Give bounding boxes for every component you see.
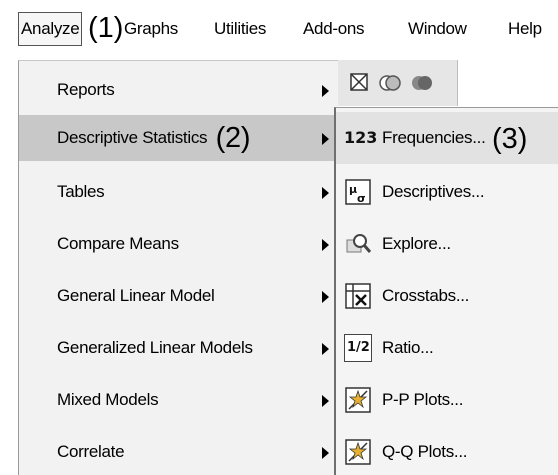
callout-2: (2) — [215, 122, 251, 155]
menu-item-label: Compare Means — [57, 234, 179, 253]
submenu-arrow-icon — [322, 239, 329, 251]
descriptive-statistics-submenu: 123 Frequencies... (3) μ σ Descriptives.… — [334, 107, 558, 475]
menu-item-label: Tables — [57, 182, 105, 201]
submenu-item-label: Frequencies... — [382, 128, 486, 147]
submenu-item-label: Descriptives... — [382, 182, 485, 201]
submenu-item-label: Crosstabs... — [382, 286, 470, 305]
menu-add-ons[interactable]: Add-ons — [303, 14, 365, 44]
submenu-arrow-icon — [322, 133, 329, 145]
menu-window-label: Window — [408, 19, 467, 38]
menu-item-tables[interactable]: Tables — [19, 169, 339, 215]
callout-3: (3) — [491, 122, 528, 155]
menu-utilities[interactable]: Utilities — [214, 14, 266, 44]
menu-item-label: Correlate — [57, 442, 125, 461]
menu-item-label: Descriptive Statistics — [57, 128, 208, 147]
submenu-item-label: Ratio... — [382, 338, 434, 357]
submenu-arrow-icon — [322, 187, 329, 199]
menu-analyze-label: Analyze — [21, 19, 80, 38]
descriptives-icon: μ σ — [345, 179, 371, 205]
menu-bar: Analyze (1) Graphs Utilities Add-ons Win… — [0, 0, 558, 60]
ratio-icon: 1/2 — [344, 334, 372, 362]
select-cases-icon[interactable] — [348, 71, 372, 95]
submenu-item-descriptives[interactable]: μ σ Descriptives... — [336, 166, 558, 218]
menu-item-descriptive-statistics[interactable]: Descriptive Statistics (2) — [19, 115, 339, 161]
submenu-item-qq-plots[interactable]: Q-Q Plots... — [336, 426, 558, 475]
menu-help[interactable]: Help — [508, 14, 542, 44]
menu-item-compare-means[interactable]: Compare Means — [19, 221, 339, 267]
submenu-item-frequencies[interactable]: 123 Frequencies... (3) — [336, 112, 558, 164]
explore-icon — [346, 234, 372, 253]
menu-add-ons-label: Add-ons — [303, 19, 365, 38]
qq-plot-icon — [345, 439, 371, 465]
value-labels-icon[interactable] — [378, 71, 402, 95]
submenu-item-label: Explore... — [382, 234, 451, 253]
menu-item-mixed-models[interactable]: Mixed Models — [19, 377, 339, 423]
submenu-item-explore[interactable]: Explore... — [336, 218, 558, 270]
menu-analyze[interactable]: Analyze — [18, 12, 83, 46]
ratio-icon-text: 1/2 — [347, 340, 370, 355]
menu-item-label: Reports — [57, 80, 115, 99]
menu-window[interactable]: Window — [408, 14, 467, 44]
crosstabs-icon — [345, 283, 371, 309]
submenu-item-ratio[interactable]: 1/2 Ratio... — [336, 322, 558, 374]
menu-item-label: Mixed Models — [57, 390, 159, 409]
svg-text:μ: μ — [349, 183, 357, 196]
menu-item-general-linear-model[interactable]: General Linear Model — [19, 273, 339, 319]
menu-item-label: General Linear Model — [57, 286, 215, 305]
menu-graphs[interactable]: Graphs — [124, 14, 178, 44]
menu-item-generalized-linear-models[interactable]: Generalized Linear Models — [19, 325, 339, 371]
frequencies-icon: 123 — [344, 128, 378, 147]
menu-utilities-label: Utilities — [214, 19, 267, 38]
menu-item-correlate[interactable]: Correlate — [19, 429, 339, 475]
submenu-item-crosstabs[interactable]: Crosstabs... — [336, 270, 558, 322]
toolbar-strip — [338, 60, 458, 106]
submenu-arrow-icon — [322, 85, 329, 97]
analyze-menu: Reports Descriptive Statistics (2) Table… — [18, 60, 339, 475]
submenu-item-pp-plots[interactable]: P-P Plots... — [336, 374, 558, 426]
menu-item-label: Generalized Linear Models — [57, 338, 253, 357]
menu-item-label-group: Descriptive Statistics (2) — [57, 115, 250, 161]
use-sets-icon[interactable] — [410, 71, 434, 95]
submenu-item-label: Q-Q Plots... — [382, 442, 468, 461]
pp-plot-icon — [345, 387, 371, 413]
submenu-item-label: P-P Plots... — [382, 390, 464, 409]
menu-help-label: Help — [508, 19, 542, 38]
submenu-item-label-group: Frequencies... (3) — [382, 112, 527, 164]
menu-graphs-label: Graphs — [124, 19, 178, 38]
submenu-arrow-icon — [322, 291, 329, 303]
callout-1: (1) — [88, 12, 124, 44]
svg-text:σ: σ — [357, 192, 366, 205]
submenu-arrow-icon — [322, 343, 329, 355]
menu-item-reports[interactable]: Reports — [19, 67, 339, 113]
submenu-arrow-icon — [322, 447, 329, 459]
submenu-arrow-icon — [322, 395, 329, 407]
